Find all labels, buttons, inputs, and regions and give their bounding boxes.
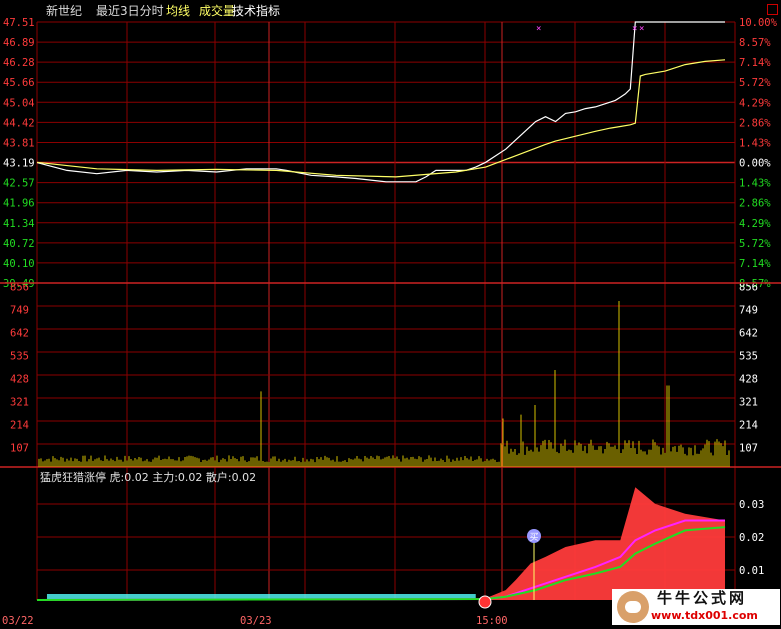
main-value: 主力:0.02 <box>152 471 203 484</box>
percent-axis-label: 10.00% <box>739 17 778 29</box>
price-axis-label: 47.51 <box>3 17 35 29</box>
price-axis-label: 41.34 <box>3 218 35 230</box>
retail-value: 散户:0.02 <box>205 471 257 484</box>
volume-axis-label: 749 <box>10 304 29 316</box>
price-axis-label: 40.72 <box>3 238 35 250</box>
volume-axis-label-right: 428 <box>739 373 758 385</box>
percent-axis-label: 1.43% <box>739 178 771 190</box>
price-axis-label: 44.42 <box>3 117 35 129</box>
volume-axis-label: 214 <box>10 419 29 431</box>
limit-up-marker: × <box>639 24 644 34</box>
price-axis-label: 41.96 <box>3 198 35 210</box>
signal-dot-icon <box>478 595 492 609</box>
percent-axis-label: 4.29% <box>739 218 771 230</box>
volume-axis-label-right: 107 <box>739 442 758 454</box>
tiger-value: 虎:0.02 <box>109 471 149 484</box>
percent-axis-label: 8.57% <box>739 37 771 49</box>
limit-up-marker: × <box>536 24 541 34</box>
price-axis-label: 45.04 <box>3 97 35 109</box>
price-axis-label: 46.28 <box>3 57 35 69</box>
price-axis-label: 40.10 <box>3 258 35 270</box>
volume-axis-label-right: 749 <box>739 304 758 316</box>
volume-axis-label: 428 <box>10 373 29 385</box>
volume-axis-label: 321 <box>10 396 29 408</box>
brand-url: www.tdx001.com <box>651 609 758 622</box>
price-axis-label: 43.81 <box>3 137 35 149</box>
chart-canvas: 47.51 10.00% 46.89 8.57% 46.28 7.14% 45.66 5.72… <box>0 17 781 627</box>
percent-axis-label: 7.14% <box>739 258 771 270</box>
percent-axis-label: 2.86% <box>739 198 771 210</box>
date-label: 03/22 <box>2 615 34 627</box>
percent-axis-label: 2.86% <box>739 117 771 129</box>
time-label: 15:00 <box>476 615 508 627</box>
indicator-axis-label: 0.02 <box>739 532 764 544</box>
volume-axis-label-right: 642 <box>739 327 758 339</box>
volume-axis-label: 535 <box>10 350 29 362</box>
price-axis-label: 42.57 <box>3 178 35 190</box>
indicator-name: 猛虎狂猎涨停 <box>40 471 106 484</box>
percent-axis-label: 1.43% <box>739 137 771 149</box>
limit-up-marker: × <box>632 24 637 34</box>
percent-axis-label: 4.29% <box>739 97 771 109</box>
average-line <box>36 59 726 178</box>
price-axis-label: 45.66 <box>3 77 35 89</box>
price-axis-label: 46.89 <box>3 37 35 49</box>
buy-signal-label: 买 <box>529 532 538 543</box>
indicator-label: 猛虎狂猎涨停 虎:0.02 主力:0.02 散户:0.02 <box>40 472 256 483</box>
indicator-axis-label: 0.03 <box>739 499 764 511</box>
price-axis-label: 43.19 <box>3 158 35 170</box>
volume-axis-label-right: 321 <box>739 396 758 408</box>
indicator-axis-label: 0.01 <box>739 565 764 577</box>
percent-axis-label: 7.14% <box>739 57 771 69</box>
percent-axis-label: 0.00% <box>739 158 771 170</box>
volume-axis-label: 107 <box>10 442 29 454</box>
volume-axis-label-right: 214 <box>739 419 758 431</box>
brand-name: 牛牛公式网 <box>657 589 748 607</box>
percent-axis-label: 5.72% <box>739 238 771 250</box>
volume-axis-label: 642 <box>10 327 29 339</box>
date-label: 03/23 <box>240 615 272 627</box>
cow-logo-icon <box>617 591 649 623</box>
percent-axis-label: 5.72% <box>739 77 771 89</box>
volume-axis-label-right: 535 <box>739 350 758 362</box>
